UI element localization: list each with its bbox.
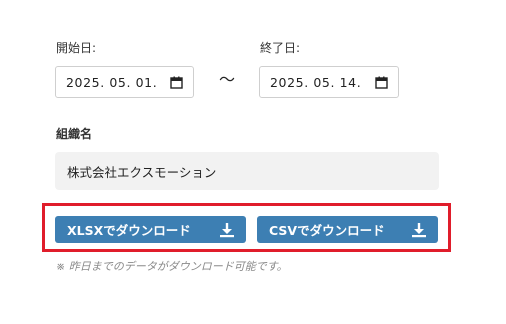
calendar-icon[interactable] [375, 76, 388, 89]
start-date-value: 2025. 05. 01. [66, 74, 158, 90]
end-date-value: 2025. 05. 14. [270, 74, 362, 90]
xlsx-download-label: XLSXでダウンロード [67, 223, 191, 238]
download-icon [411, 222, 427, 238]
organization-value: 株式会社エクスモーション [67, 164, 217, 180]
availability-note: ※ 昨日までのデータがダウンロード可能です。 [56, 260, 288, 273]
organization-label: 組織名 [56, 127, 93, 141]
download-form: 開始日: 2025. 05. 01. 〜 終了日: 2025. 05. 14. … [0, 0, 506, 324]
start-date-label: 開始日: [56, 41, 97, 55]
end-date-label: 終了日: [260, 41, 301, 55]
csv-download-label: CSVでダウンロード [269, 223, 385, 238]
download-icon [219, 222, 235, 238]
calendar-icon[interactable] [170, 76, 183, 89]
range-separator: 〜 [219, 70, 236, 89]
start-date-input[interactable]: 2025. 05. 01. [55, 66, 194, 98]
end-date-input[interactable]: 2025. 05. 14. [259, 66, 399, 98]
xlsx-download-button[interactable]: XLSXでダウンロード [55, 216, 246, 243]
organization-field[interactable]: 株式会社エクスモーション [55, 152, 439, 190]
csv-download-button[interactable]: CSVでダウンロード [257, 216, 438, 243]
